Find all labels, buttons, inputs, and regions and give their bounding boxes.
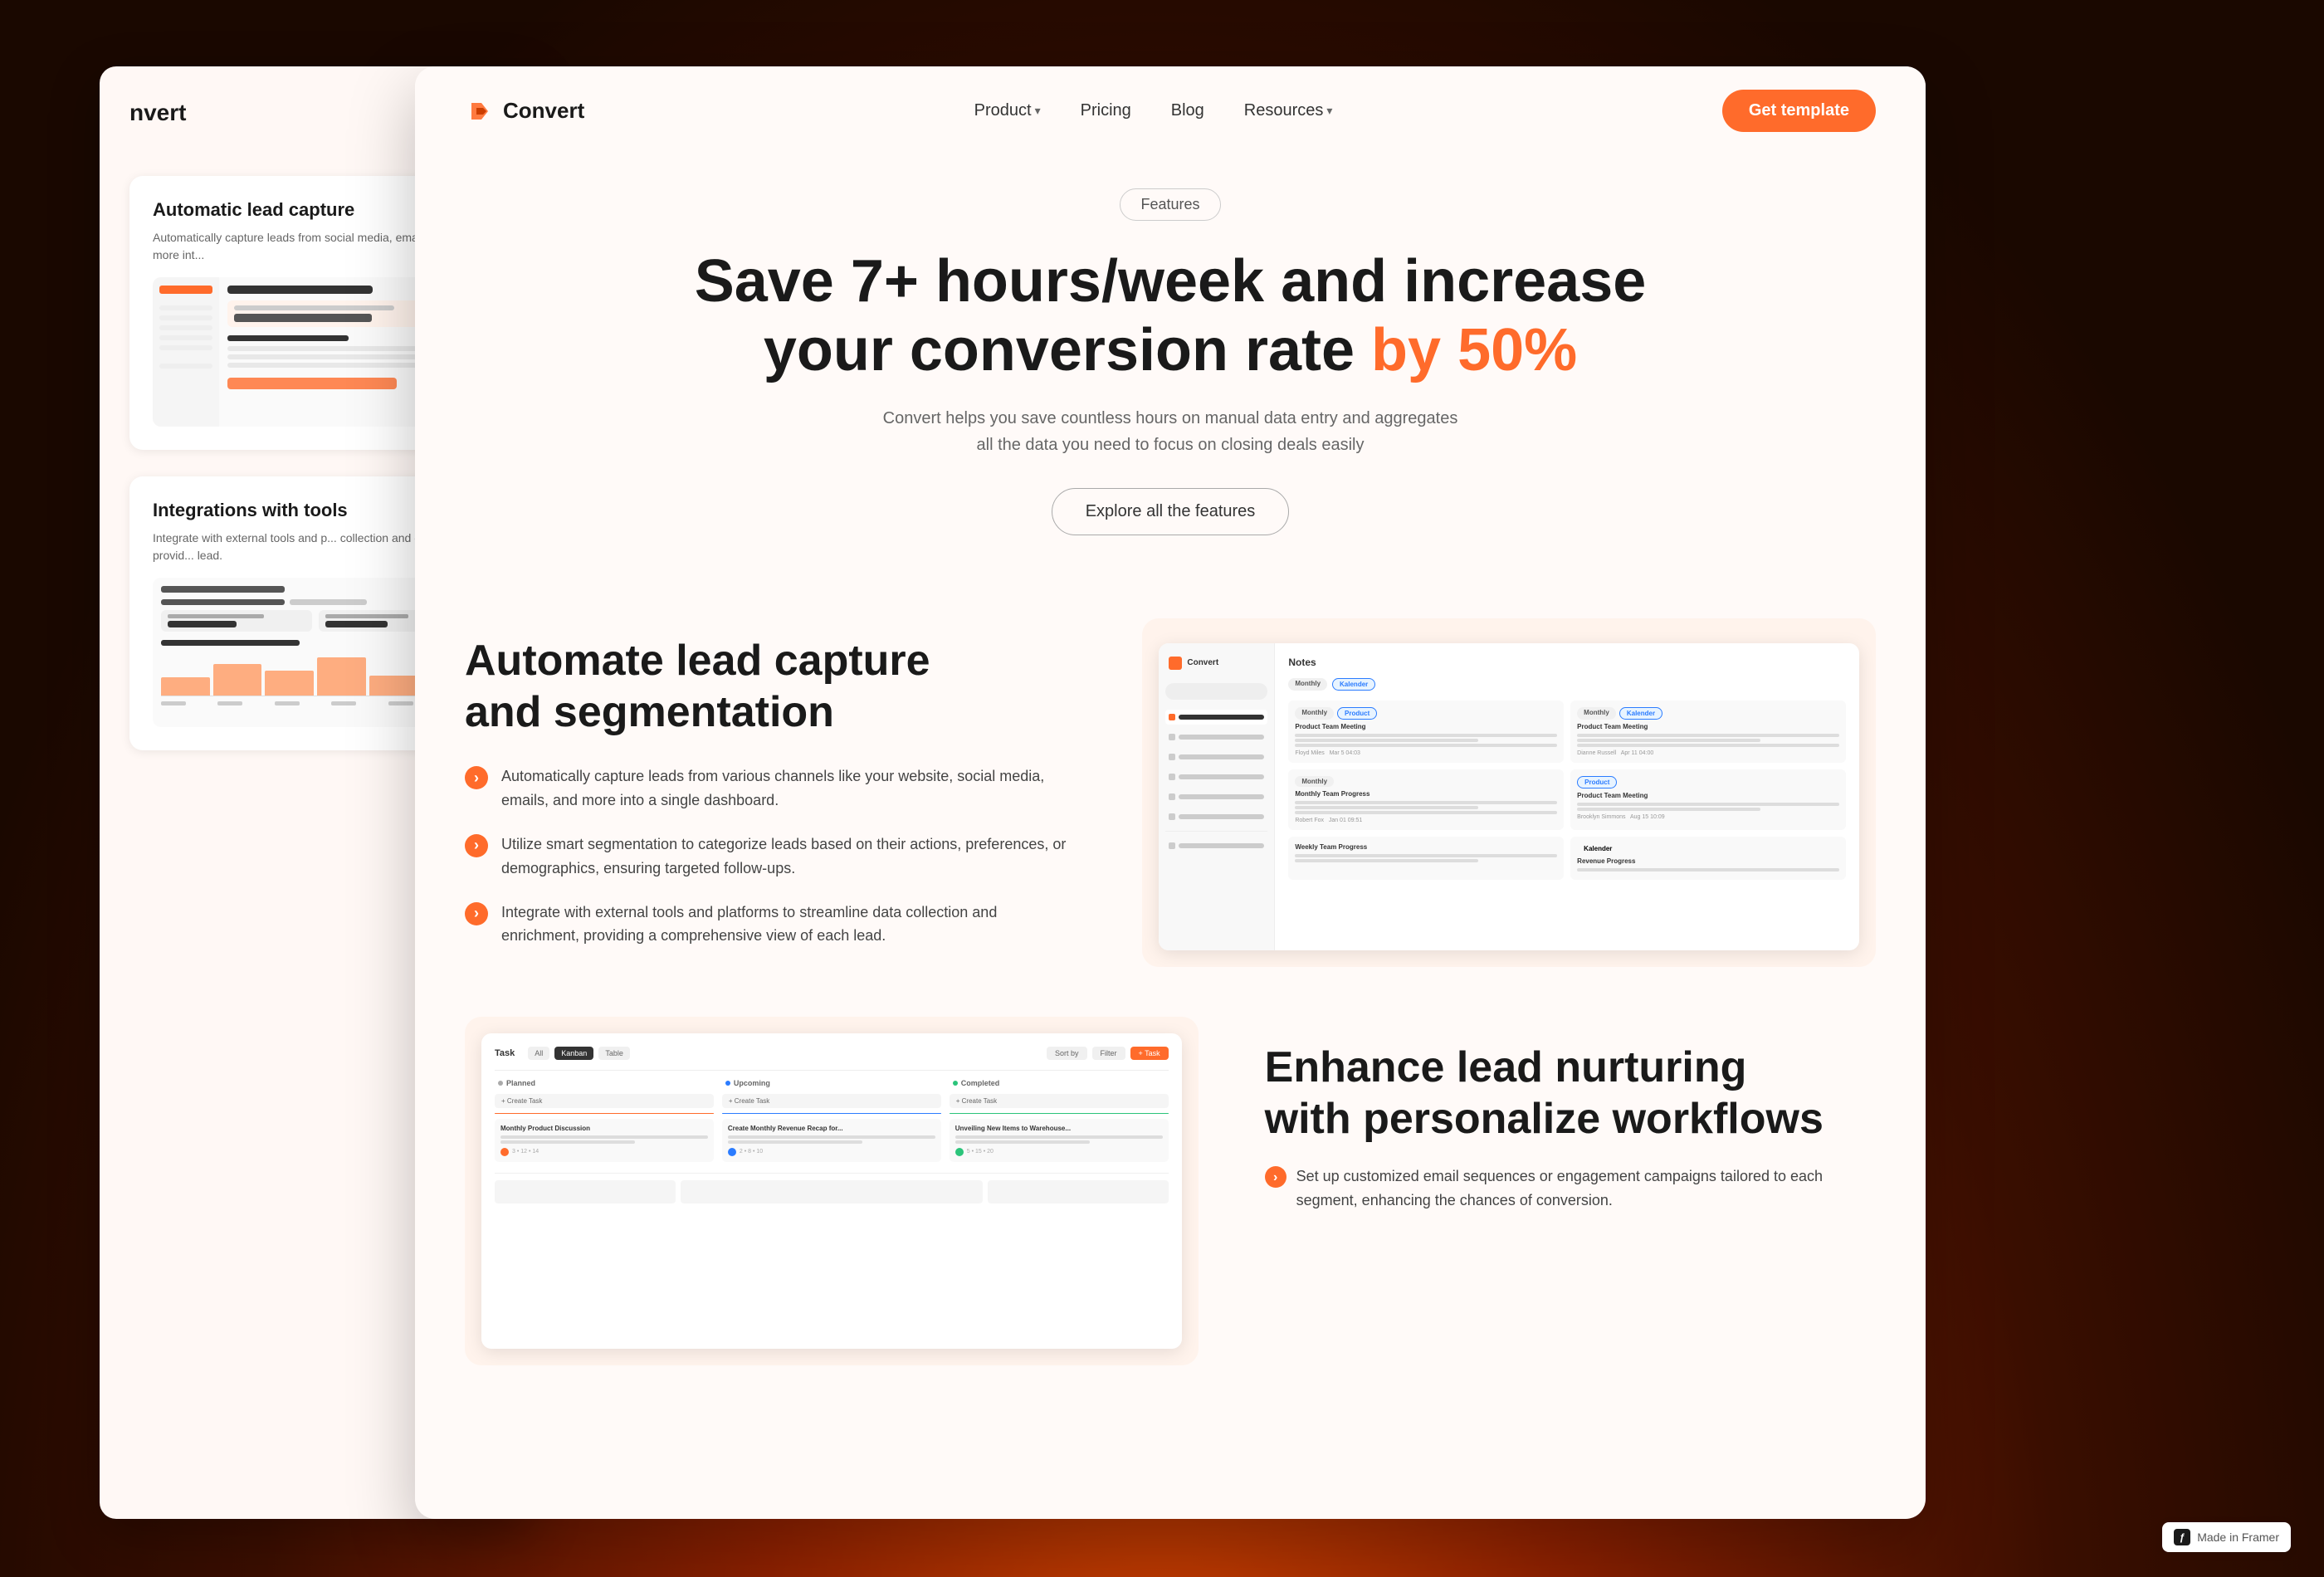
nav-links: Product ▾ Pricing Blog Resources ▾ [974,101,1333,120]
feature-point-3-text: Integrate with external tools and platfo… [501,901,1076,949]
feature-point-2-icon [465,834,488,857]
feature-point-2-text: Utilize smart segmentation to categorize… [501,832,1076,881]
framer-icon: ƒ [2174,1529,2190,1545]
framer-badge[interactable]: ƒ Made in Framer [2162,1522,2291,1552]
notes-mockup: Convert [1159,643,1859,950]
nav-resources[interactable]: Resources ▾ [1244,101,1333,120]
nav-blog[interactable]: Blog [1171,101,1204,120]
hero-badge: Features [1120,188,1220,221]
feature-automate-title: Automate lead capture and segmentation [465,635,1076,739]
hero-section: Features Save 7+ hours/week and increase… [415,155,1926,585]
feature-enhance-description: Set up customized email sequences or eng… [1265,1164,1876,1213]
feature-enhance-section: Task All Kanban Table Sort by Filter + T… [415,1000,1926,1399]
feature-automate-image: Convert [1142,618,1876,967]
hero-subtitle: Convert helps you save countless hours o… [880,405,1461,458]
feature-point-3-icon [465,902,488,925]
feature-point-1-text: Automatically capture leads from various… [501,764,1076,813]
product-chevron-icon: ▾ [1035,104,1041,118]
logo[interactable]: Convert [465,96,584,126]
feature-task-image: Task All Kanban Table Sort by Filter + T… [465,1017,1199,1365]
nav-product[interactable]: Product ▾ [974,101,1041,120]
nav-pricing[interactable]: Pricing [1081,101,1131,120]
framer-label: Made in Framer [2197,1531,2279,1544]
navbar: Convert Product ▾ Pricing Blog Resources… [415,66,1926,155]
enhance-point-icon [1265,1166,1286,1188]
explore-features-button[interactable]: Explore all the features [1052,488,1290,535]
feature-point-3: Integrate with external tools and platfo… [465,901,1076,949]
logo-icon [465,96,495,126]
feature-point-2: Utilize smart segmentation to categorize… [465,832,1076,881]
feature-automate-section: Automate lead capture and segmentation A… [415,585,1926,1000]
hero-title: Save 7+ hours/week and increase your con… [465,247,1876,385]
main-card: Convert Product ▾ Pricing Blog Resources… [415,66,1926,1519]
resources-chevron-icon: ▾ [1326,104,1332,118]
feature-automate-text: Automate lead capture and segmentation A… [465,618,1076,949]
get-template-button[interactable]: Get template [1722,90,1876,132]
feature-automate-points: Automatically capture leads from various… [465,764,1076,948]
feature-point-1: Automatically capture leads from various… [465,764,1076,813]
logo-text: Convert [503,98,584,124]
feature-point-1-icon [465,766,488,789]
feature-enhance-text: Enhance lead nurturing with personalize … [1265,1017,1876,1213]
feature-enhance-title: Enhance lead nurturing with personalize … [1265,1042,1876,1145]
